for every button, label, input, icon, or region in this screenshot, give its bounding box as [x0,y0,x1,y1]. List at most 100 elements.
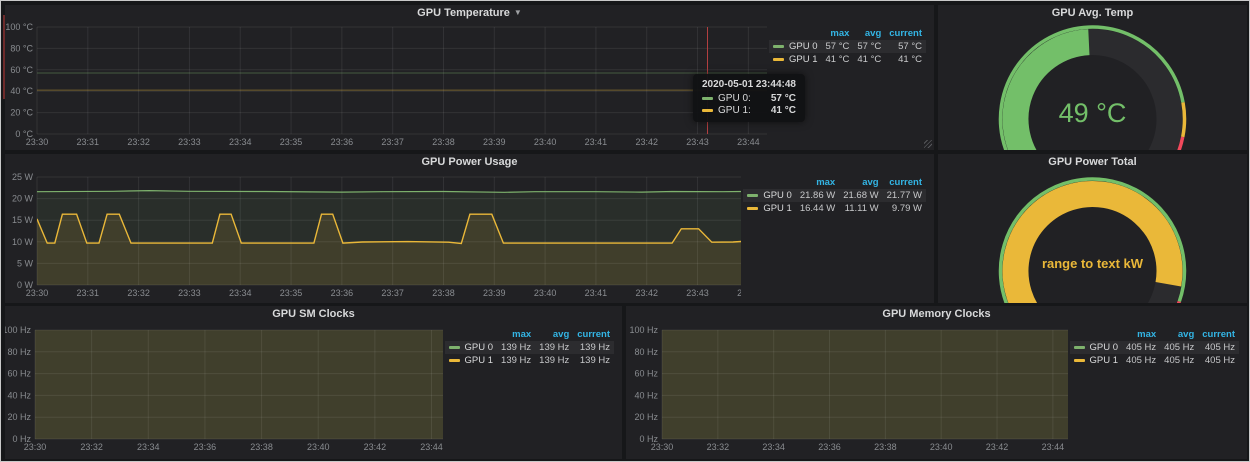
panel-title-text: GPU SM Clocks [272,308,355,320]
legend-header-max[interactable]: max [1122,328,1160,341]
series-color-dash-icon [702,97,713,100]
legend-value: 11.11 W [839,202,882,215]
x-axis-tick: 23:33 [178,288,201,298]
tooltip-series-name: GPU 0: [718,93,751,104]
legend-series-gpu-0[interactable]: GPU 0 [445,341,498,354]
legend-row: GPU 057 °C57 °C57 °C [769,40,926,53]
legend-header-avg[interactable]: avg [1160,328,1198,341]
y-axis-tick: 20 Hz [7,412,31,422]
legend-value: 21.68 W [839,189,882,202]
panel-title-text: GPU Avg. Temp [1052,7,1134,19]
x-axis-tick: 23:30 [24,442,47,452]
legend-value: 41 °C [853,53,885,66]
legend-value: 139 Hz [573,341,614,354]
gpu-memory-clocks-chart[interactable]: 0 Hz20 Hz40 Hz60 Hz80 Hz100 Hz23:3023:32… [626,322,1068,459]
legend-value: 405 Hz [1122,354,1160,367]
legend-row: GPU 116.44 W11.11 W9.79 W [743,202,926,215]
gpu-sm-clocks-chart[interactable]: 0 Hz20 Hz40 Hz60 Hz80 Hz100 Hz23:3023:32… [5,322,443,459]
y-axis-tick: 60 Hz [7,369,31,379]
legend-value: 41 °C [885,53,926,66]
legend-series-gpu-1[interactable]: GPU 1 [769,53,822,66]
legend-series-gpu-0[interactable]: GPU 0 [1070,341,1123,354]
panel-resize-handle[interactable] [924,140,932,148]
x-axis-tick: 23:34 [137,442,160,452]
x-axis-tick: 23:36 [818,442,841,452]
legend-header-current[interactable]: current [883,176,926,189]
x-axis-tick: 23:35 [280,137,303,147]
series-color-dash-icon [773,45,784,48]
gauge-value-text: range to text kW [1042,256,1144,271]
legend-series-gpu-0[interactable]: GPU 0 [769,40,822,53]
legend-series-gpu-0[interactable]: GPU 0 [743,189,796,202]
x-axis-tick: 23:42 [635,288,658,298]
gpu-avg-temp-gauge: 49 °C [938,21,1247,150]
series-color-dash-icon [449,346,460,349]
y-axis-tick: 80 Hz [7,347,31,357]
x-axis-tick: 23:40 [930,442,953,452]
x-axis-tick: 23:38 [250,442,273,452]
x-axis-tick: 23:32 [127,137,150,147]
legend-row: GPU 1405 Hz405 Hz405 Hz [1070,354,1239,367]
tooltip-series-name: GPU 1: [718,105,751,116]
legend-header-max[interactable]: max [497,328,535,341]
panel-title-gpu-temperature[interactable]: GPU Temperature▼ [5,5,934,21]
legend-header-current[interactable]: current [885,27,926,40]
legend-value: 21.77 W [883,189,926,202]
y-axis-tick: 5 W [17,258,34,268]
legend-value: 405 Hz [1198,354,1239,367]
y-axis-tick: 40 Hz [7,390,31,400]
legend-row: GPU 0405 Hz405 Hz405 Hz [1070,341,1239,354]
legend-header-max[interactable]: max [796,176,839,189]
gauge-fill [1015,42,1088,150]
x-axis-tick: 23:43 [686,137,709,147]
legend-value: 139 Hz [573,354,614,367]
legend-value: 139 Hz [535,354,573,367]
x-axis-tick: 23:41 [585,288,608,298]
legend-header-avg[interactable]: avg [853,27,885,40]
gpu-power-usage-chart[interactable]: 0 W5 W10 W15 W20 W25 W23:3023:3123:3223:… [5,170,741,303]
legend-series-gpu-1[interactable]: GPU 1 [743,202,796,215]
legend-series-gpu-1[interactable]: GPU 1 [445,354,498,367]
panel-title-gpu-sm-clocks[interactable]: GPU SM Clocks [5,306,622,322]
y-axis-tick: 80 °C [10,43,33,53]
legend-header-current[interactable]: current [1198,328,1239,341]
x-axis-tick: 23:42 [986,442,1009,452]
x-axis-tick: 23:44 [737,137,760,147]
chevron-down-icon[interactable]: ▼ [514,8,522,17]
series-color-dash-icon [449,359,460,362]
legend-value: 9.79 W [883,202,926,215]
x-axis-tick: 23:44 [420,442,442,452]
x-axis-tick: 23:33 [178,137,201,147]
legend-row: GPU 021.86 W21.68 W21.77 W [743,189,926,202]
x-axis-tick: 23:41 [585,137,608,147]
y-axis-tick: 60 °C [10,65,33,75]
legend-header-current[interactable]: current [573,328,614,341]
legend-header-max[interactable]: max [822,27,854,40]
panel-gpu-memory-clocks: GPU Memory Clocks 0 Hz20 Hz40 Hz60 Hz80 … [626,306,1247,459]
tooltip-row: GPU 0:57 °C [702,93,796,104]
panel-title-gpu-power-usage[interactable]: GPU Power Usage [5,154,934,170]
x-axis-tick: 23:40 [307,442,330,452]
panel-title-gpu-avg-temp[interactable]: GPU Avg. Temp [938,5,1247,21]
series-area [35,322,443,439]
y-axis-tick: 40 Hz [634,390,658,400]
y-axis-tick: 15 W [12,215,34,225]
panel-title-gpu-memory-clocks[interactable]: GPU Memory Clocks [626,306,1247,322]
legend-value: 57 °C [853,40,885,53]
x-axis-tick: 23:39 [483,137,506,147]
series-area [662,322,1068,439]
panel-title-text: GPU Power Usage [422,156,518,168]
y-axis-tick: 20 °C [10,108,33,118]
legend-value: 16.44 W [796,202,839,215]
legend-header-avg[interactable]: avg [839,176,882,189]
panel-title-gpu-power-total[interactable]: GPU Power Total [938,154,1247,170]
y-axis-tick: 20 W [12,194,34,204]
gpu-temperature-chart[interactable]: 0 °C20 °C40 °C60 °C80 °C100 °C23:3023:31… [5,21,767,150]
legend-series-gpu-1[interactable]: GPU 1 [1070,354,1123,367]
legend-value: 405 Hz [1160,354,1198,367]
x-axis-tick: 23:38 [432,137,455,147]
x-axis-tick: 23:36 [194,442,217,452]
x-axis-tick: 23:40 [534,288,557,298]
legend-header-avg[interactable]: avg [535,328,573,341]
x-axis-tick: 23:43 [686,288,709,298]
